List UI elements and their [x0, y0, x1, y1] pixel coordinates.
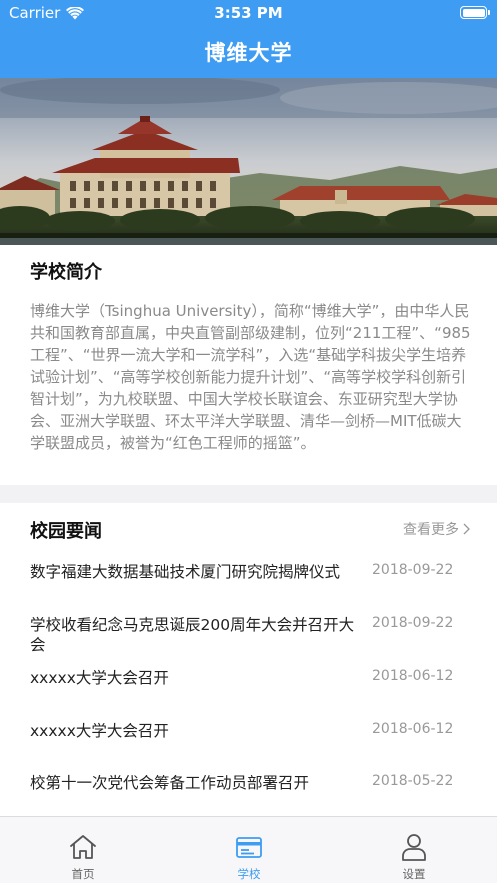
intro-title: 学校简介 [30, 262, 102, 283]
status-time: 3:53 PM [214, 4, 283, 22]
battery-icon [460, 6, 490, 19]
school-intro-card: 学校简介 博维大学（Tsinghua University），简称“博维大学”，… [0, 245, 497, 485]
campus-news-card: 校园要闻 查看更多 数字福建大数据基础技术厦门研究院揭牌仪式 2018-09-2… [0, 503, 497, 816]
tab-home-label: 首页 [71, 867, 95, 881]
page-title: 博维大学 [204, 41, 293, 65]
tab-school-label: 学校 [237, 867, 261, 881]
school-card-icon [236, 837, 262, 858]
tab-home[interactable]: 首页 [33, 817, 133, 883]
news-item-date: 2018-06-12 [372, 721, 454, 737]
campus-banner-image [0, 78, 497, 245]
news-title: 校园要闻 [30, 521, 102, 542]
home-icon [70, 835, 96, 859]
news-item-date: 2018-05-22 [372, 773, 454, 789]
tab-school[interactable]: 学校 [199, 817, 299, 883]
news-item-date: 2018-09-22 [372, 562, 454, 578]
news-item[interactable]: xxxxx大学大会召开 2018-06-12 [0, 721, 497, 761]
tab-settings[interactable]: 设置 [364, 817, 464, 883]
news-item-title: 数字福建大数据基础技术厦门研究院揭牌仪式 [30, 563, 341, 581]
news-item-title: 校第十一次党代会筹备工作动员部署召开 [30, 774, 310, 792]
news-item-date: 2018-09-22 [372, 615, 454, 631]
tab-bar: 首页 学校 设置 [0, 816, 497, 883]
person-icon [402, 834, 426, 861]
news-item[interactable]: 学校收看纪念马克思诞辰200周年大会并召开大会 2018-09-22 [0, 615, 497, 660]
news-item[interactable]: 校第十一次党代会筹备工作动员部署召开 2018-05-22 [0, 773, 497, 813]
news-item-title: xxxxx大学大会召开 [30, 722, 169, 740]
view-more-link[interactable]: 查看更多 [403, 519, 470, 539]
status-bar: Carrier 3:53 PM [0, 0, 497, 26]
tab-settings-label: 设置 [402, 867, 426, 881]
news-item[interactable]: 数字福建大数据基础技术厦门研究院揭牌仪式 2018-09-22 [0, 562, 497, 607]
news-item-date: 2018-06-12 [372, 668, 454, 684]
news-item[interactable]: xxxxx大学大会召开 2018-06-12 [0, 668, 497, 708]
intro-text: 博维大学（Tsinghua University），简称“博维大学”，由中华人民… [30, 302, 471, 452]
news-item-title: 学校收看纪念马克思诞辰200周年大会并召开大会 [30, 616, 355, 654]
chevron-right-icon [463, 523, 470, 535]
view-more-label: 查看更多 [403, 522, 459, 538]
news-item-title: xxxxx大学大会召开 [30, 669, 169, 687]
navigation-bar: 博维大学 [0, 26, 497, 78]
